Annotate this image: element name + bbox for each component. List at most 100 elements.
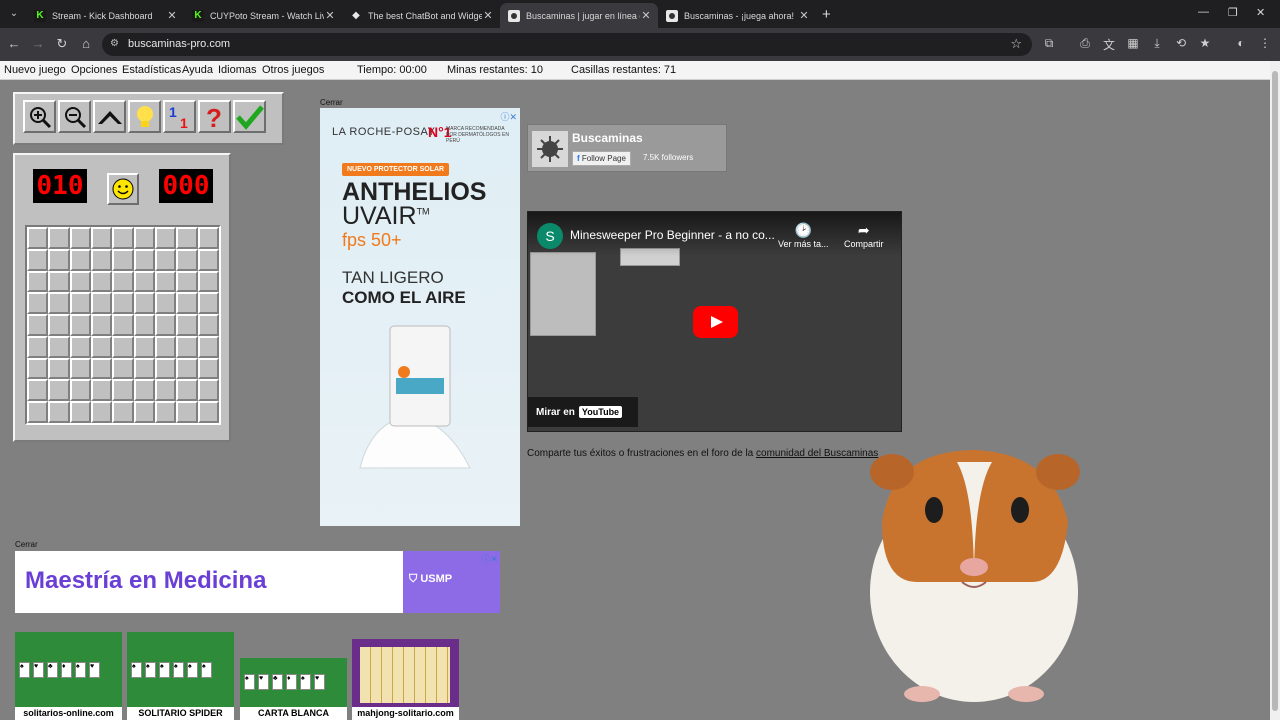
adchoices-icon[interactable]: ⓘ✕ [481, 552, 498, 565]
mine-cell[interactable] [112, 292, 134, 315]
mine-cell[interactable] [48, 270, 70, 293]
close-ad-link-2[interactable]: Cerrar [15, 540, 38, 549]
facebook-page-widget[interactable]: Buscaminas f Follow Page 7.5K followers [527, 124, 727, 172]
mine-cell[interactable] [112, 335, 134, 358]
menu-languages[interactable]: Idiomas [218, 64, 257, 76]
restore-icon[interactable]: ❐ [1228, 6, 1238, 19]
game-thumb-freecell[interactable]: ♠ ♥ ♣ ♦ ♠ ♥ CARTA BLANCA [240, 658, 347, 720]
mine-cell[interactable] [69, 248, 91, 271]
mine-cell[interactable] [197, 401, 219, 423]
channel-avatar[interactable]: S [537, 223, 563, 249]
question-icon[interactable]: ? [198, 100, 231, 133]
mine-cell[interactable] [27, 227, 49, 249]
mine-cell[interactable] [27, 357, 49, 380]
back-arrow-icon[interactable]: ← [6, 36, 22, 51]
mine-cell[interactable] [155, 314, 177, 336]
more-menu-icon[interactable]: ⋮ [1257, 36, 1273, 50]
scrollbar-thumb[interactable] [1272, 71, 1278, 711]
mine-cell[interactable] [27, 292, 49, 315]
numbers-icon[interactable]: 11 [163, 100, 196, 133]
mine-cell[interactable] [112, 248, 134, 271]
print-icon[interactable]: ⎙ [1077, 36, 1093, 51]
mine-cell[interactable] [69, 314, 91, 336]
mine-cell[interactable] [48, 357, 70, 380]
game-thumb-spider[interactable]: ♠ ♠ ♠ ♠ ♠ ♠ SOLITARIO SPIDER [127, 632, 234, 720]
facebook-page-name[interactable]: Buscaminas [572, 131, 643, 145]
share-button[interactable]: ➦ Compartir [844, 222, 884, 249]
mine-cell[interactable] [133, 314, 155, 336]
mine-cell[interactable] [91, 335, 113, 358]
mine-cell[interactable] [69, 227, 91, 249]
mine-cell[interactable] [69, 335, 91, 358]
page-scrollbar[interactable] [1270, 61, 1280, 720]
play-button-icon[interactable] [693, 306, 738, 338]
mine-cell[interactable] [112, 401, 134, 423]
close-icon[interactable]: ✕ [482, 9, 494, 22]
tab-search-chevron-icon[interactable]: ⌄ [6, 6, 22, 22]
sunscreen-ad[interactable]: LA ROCHE-POSAY N°1 MARCA RECOMENDADA POR… [320, 108, 520, 526]
game-thumb-mahjong[interactable]: mahjong-solitario.com [352, 639, 459, 720]
mine-cell[interactable] [176, 335, 198, 358]
bookmark-star-icon[interactable]: ☆ [1010, 36, 1022, 52]
mine-cell[interactable] [197, 270, 219, 293]
mine-cell[interactable] [27, 314, 49, 336]
translate-icon[interactable]: 文 [1101, 36, 1117, 53]
tab-kick-dashboard[interactable]: K Stream - Kick Dashboard ✕ [26, 3, 184, 28]
mine-cell[interactable] [133, 227, 155, 249]
mine-cell[interactable] [155, 270, 177, 293]
tab-buscaminas-active[interactable]: Buscaminas | jugar en línea gra ✕ [500, 3, 658, 28]
game-thumb-solitaire[interactable]: ♠ ♥ ♣ ♦ ♠ ♥ solitarios-online.com [15, 632, 122, 720]
watch-on-youtube-button[interactable]: Mirar en YouTube [528, 397, 638, 427]
mine-cell[interactable] [48, 292, 70, 315]
watch-later-button[interactable]: 🕑 Ver más ta... [778, 222, 829, 249]
mine-cell[interactable] [112, 314, 134, 336]
close-ad-link[interactable]: Cerrar [320, 98, 343, 107]
history-icon[interactable]: ⟲ [1173, 36, 1189, 50]
mine-cell[interactable] [197, 248, 219, 271]
mine-cell[interactable] [91, 401, 113, 423]
mine-cell[interactable] [112, 357, 134, 380]
mine-cell[interactable] [155, 292, 177, 315]
menu-options[interactable]: Opciones [71, 64, 117, 76]
mine-cell[interactable] [155, 227, 177, 249]
mine-cell[interactable] [112, 227, 134, 249]
mine-cell[interactable] [197, 357, 219, 380]
mine-cell[interactable] [91, 292, 113, 315]
mine-cell[interactable] [48, 314, 70, 336]
mine-cell[interactable] [176, 248, 198, 271]
mine-cell[interactable] [176, 379, 198, 402]
mine-cell[interactable] [91, 270, 113, 293]
mine-cell[interactable] [155, 357, 177, 380]
mine-cell[interactable] [176, 401, 198, 423]
mine-cell[interactable] [155, 248, 177, 271]
mine-board[interactable] [25, 225, 221, 425]
mine-cell[interactable] [48, 227, 70, 249]
site-info-icon[interactable]: ⚙ [110, 38, 122, 50]
mine-cell[interactable] [27, 401, 49, 423]
window-close-icon[interactable]: ✕ [1256, 6, 1265, 19]
adchoices-icon[interactable]: ⓘ✕ [500, 110, 517, 123]
mine-cell[interactable] [112, 270, 134, 293]
mine-cell[interactable] [155, 401, 177, 423]
mine-cell[interactable] [133, 248, 155, 271]
close-icon[interactable]: ✕ [640, 9, 652, 22]
menu-help[interactable]: Ayuda [182, 64, 213, 76]
mine-cell[interactable] [197, 227, 219, 249]
tab-chatbot-widgets[interactable]: ◆ The best ChatBot and Widgets ✕ [342, 3, 500, 28]
mine-cell[interactable] [133, 335, 155, 358]
profile-avatar[interactable]: ◐ [1233, 36, 1249, 50]
mine-cell[interactable] [27, 379, 49, 402]
close-icon[interactable]: ✕ [798, 9, 810, 22]
follow-page-button[interactable]: f Follow Page [572, 151, 631, 166]
menu-other-games[interactable]: Otros juegos [262, 64, 324, 76]
url-text[interactable]: buscaminas-pro.com [128, 38, 230, 50]
minimize-icon[interactable]: — [1198, 6, 1209, 18]
mine-cell[interactable] [197, 335, 219, 358]
mine-cell[interactable] [91, 357, 113, 380]
mine-cell[interactable] [69, 357, 91, 380]
reload-icon[interactable]: ↻ [54, 36, 70, 52]
mine-cell[interactable] [176, 270, 198, 293]
mine-cell[interactable] [69, 292, 91, 315]
mine-cell[interactable] [69, 379, 91, 402]
mine-cell[interactable] [112, 379, 134, 402]
